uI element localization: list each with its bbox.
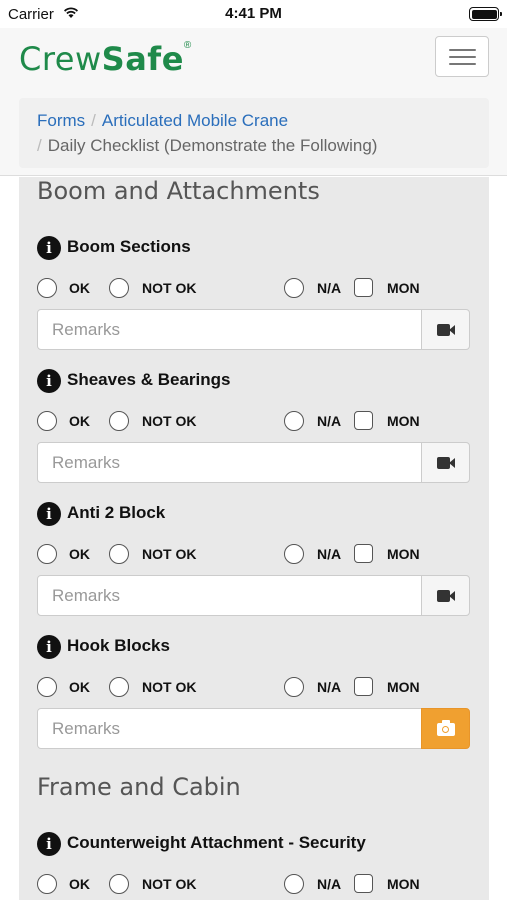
checklist-item-title: i Counterweight Attachment - Security — [37, 831, 366, 856]
hamburger-icon-bar — [449, 63, 476, 65]
radio-ok[interactable] — [37, 677, 57, 697]
radio-not-ok[interactable] — [109, 278, 129, 298]
checkbox-mon[interactable] — [354, 544, 373, 563]
checkbox-label-mon: MON — [387, 413, 420, 429]
radio-label-ok: OK — [69, 876, 90, 892]
video-upload-button[interactable] — [421, 309, 470, 350]
checklist-item-title: i Hook Blocks — [37, 634, 170, 659]
status-bar: Carrier 4:41 PM — [0, 0, 507, 28]
radio-label-not-ok: NOT OK — [142, 280, 197, 296]
checkbox-label-mon: MON — [387, 679, 420, 695]
status-options: OK NOT OK N/A MON — [37, 543, 477, 567]
battery-icon — [469, 7, 502, 21]
radio-not-ok[interactable] — [109, 677, 129, 697]
checkbox-label-mon: MON — [387, 546, 420, 562]
radio-label-ok: OK — [69, 280, 90, 296]
remarks-group — [37, 309, 470, 350]
status-options: OK NOT OK N/A MON — [37, 277, 477, 301]
radio-label-not-ok: NOT OK — [142, 679, 197, 695]
radio-label-ok: OK — [69, 679, 90, 695]
radio-label-na: N/A — [317, 876, 342, 892]
radio-not-ok[interactable] — [109, 544, 129, 564]
radio-not-ok[interactable] — [109, 874, 129, 894]
item-label: Counterweight Attachment - Security — [67, 833, 366, 852]
remarks-group — [37, 575, 470, 616]
checklist-item-title: i Boom Sections — [37, 235, 191, 260]
checklist-item-title: i Anti 2 Block — [37, 501, 166, 526]
remarks-input[interactable] — [37, 708, 422, 749]
checkbox-mon[interactable] — [354, 411, 373, 430]
checkbox-mon[interactable] — [354, 278, 373, 297]
photo-upload-button[interactable] — [421, 708, 470, 749]
radio-label-na: N/A — [317, 280, 342, 296]
status-options: OK NOT OK N/A MON — [37, 410, 477, 434]
remarks-input[interactable] — [37, 442, 422, 483]
logo-text-safe: Safe — [101, 40, 184, 78]
radio-label-na: N/A — [317, 413, 342, 429]
radio-na[interactable] — [284, 411, 304, 431]
radio-label-ok: OK — [69, 546, 90, 562]
radio-not-ok[interactable] — [109, 411, 129, 431]
crewsafe-logo[interactable]: CrewSafe® — [19, 40, 192, 78]
item-label: Anti 2 Block — [67, 503, 166, 522]
checkbox-label-mon: MON — [387, 280, 420, 296]
logo-text-crew: Crew — [19, 40, 102, 78]
breadcrumb-link-forms[interactable]: Forms — [37, 111, 85, 130]
hamburger-menu-button[interactable] — [435, 36, 489, 77]
item-label: Sheaves & Bearings — [67, 370, 231, 389]
radio-label-not-ok: NOT OK — [142, 546, 197, 562]
section-title: Frame and Cabin — [37, 773, 241, 801]
video-camera-icon — [437, 457, 455, 469]
radio-label-na: N/A — [317, 679, 342, 695]
camera-icon — [437, 720, 455, 736]
video-upload-button[interactable] — [421, 575, 470, 616]
breadcrumb-current: Daily Checklist (Demonstrate the Followi… — [47, 136, 378, 155]
radio-ok[interactable] — [37, 874, 57, 894]
info-icon[interactable]: i — [37, 235, 61, 260]
status-options: OK NOT OK N/A MON — [37, 873, 477, 897]
video-camera-icon — [437, 590, 455, 602]
info-icon[interactable]: i — [37, 368, 61, 393]
checkbox-mon[interactable] — [354, 677, 373, 696]
radio-ok[interactable] — [37, 544, 57, 564]
breadcrumb-separator: / — [37, 136, 42, 155]
video-camera-icon — [437, 324, 455, 336]
remarks-input[interactable] — [37, 575, 422, 616]
hamburger-icon-bar — [449, 56, 476, 58]
info-icon[interactable]: i — [37, 634, 61, 659]
remarks-group — [37, 442, 470, 483]
hamburger-icon-bar — [449, 49, 476, 51]
checklist-item-title: i Sheaves & Bearings — [37, 368, 231, 393]
radio-label-ok: OK — [69, 413, 90, 429]
item-label: Boom Sections — [67, 237, 191, 256]
checklist-form: Boom and Attachments i Boom Sections OK N… — [19, 177, 489, 900]
clock: 4:41 PM — [225, 5, 282, 22]
radio-na[interactable] — [284, 278, 304, 298]
radio-na[interactable] — [284, 677, 304, 697]
video-upload-button[interactable] — [421, 442, 470, 483]
status-options: OK NOT OK N/A MON — [37, 676, 477, 700]
breadcrumb: Forms / Articulated Mobile Crane / Daily Ch… — [19, 98, 489, 168]
remarks-input[interactable] — [37, 309, 422, 350]
section-title: Boom and Attachments — [37, 177, 320, 205]
radio-na[interactable] — [284, 544, 304, 564]
radio-label-na: N/A — [317, 546, 342, 562]
breadcrumb-separator: / — [91, 111, 96, 130]
remarks-group — [37, 708, 470, 749]
info-icon[interactable]: i — [37, 831, 61, 856]
logo-registered-mark: ® — [183, 40, 192, 51]
radio-label-not-ok: NOT OK — [142, 876, 197, 892]
radio-label-not-ok: NOT OK — [142, 413, 197, 429]
info-icon[interactable]: i — [37, 501, 61, 526]
item-label: Hook Blocks — [67, 636, 170, 655]
checkbox-label-mon: MON — [387, 876, 420, 892]
radio-na[interactable] — [284, 874, 304, 894]
checkbox-mon[interactable] — [354, 874, 373, 893]
radio-ok[interactable] — [37, 411, 57, 431]
navbar: CrewSafe® Forms / Articulated Mobile Crane… — [0, 28, 507, 176]
breadcrumb-link-crane[interactable]: Articulated Mobile Crane — [102, 111, 288, 130]
radio-ok[interactable] — [37, 278, 57, 298]
